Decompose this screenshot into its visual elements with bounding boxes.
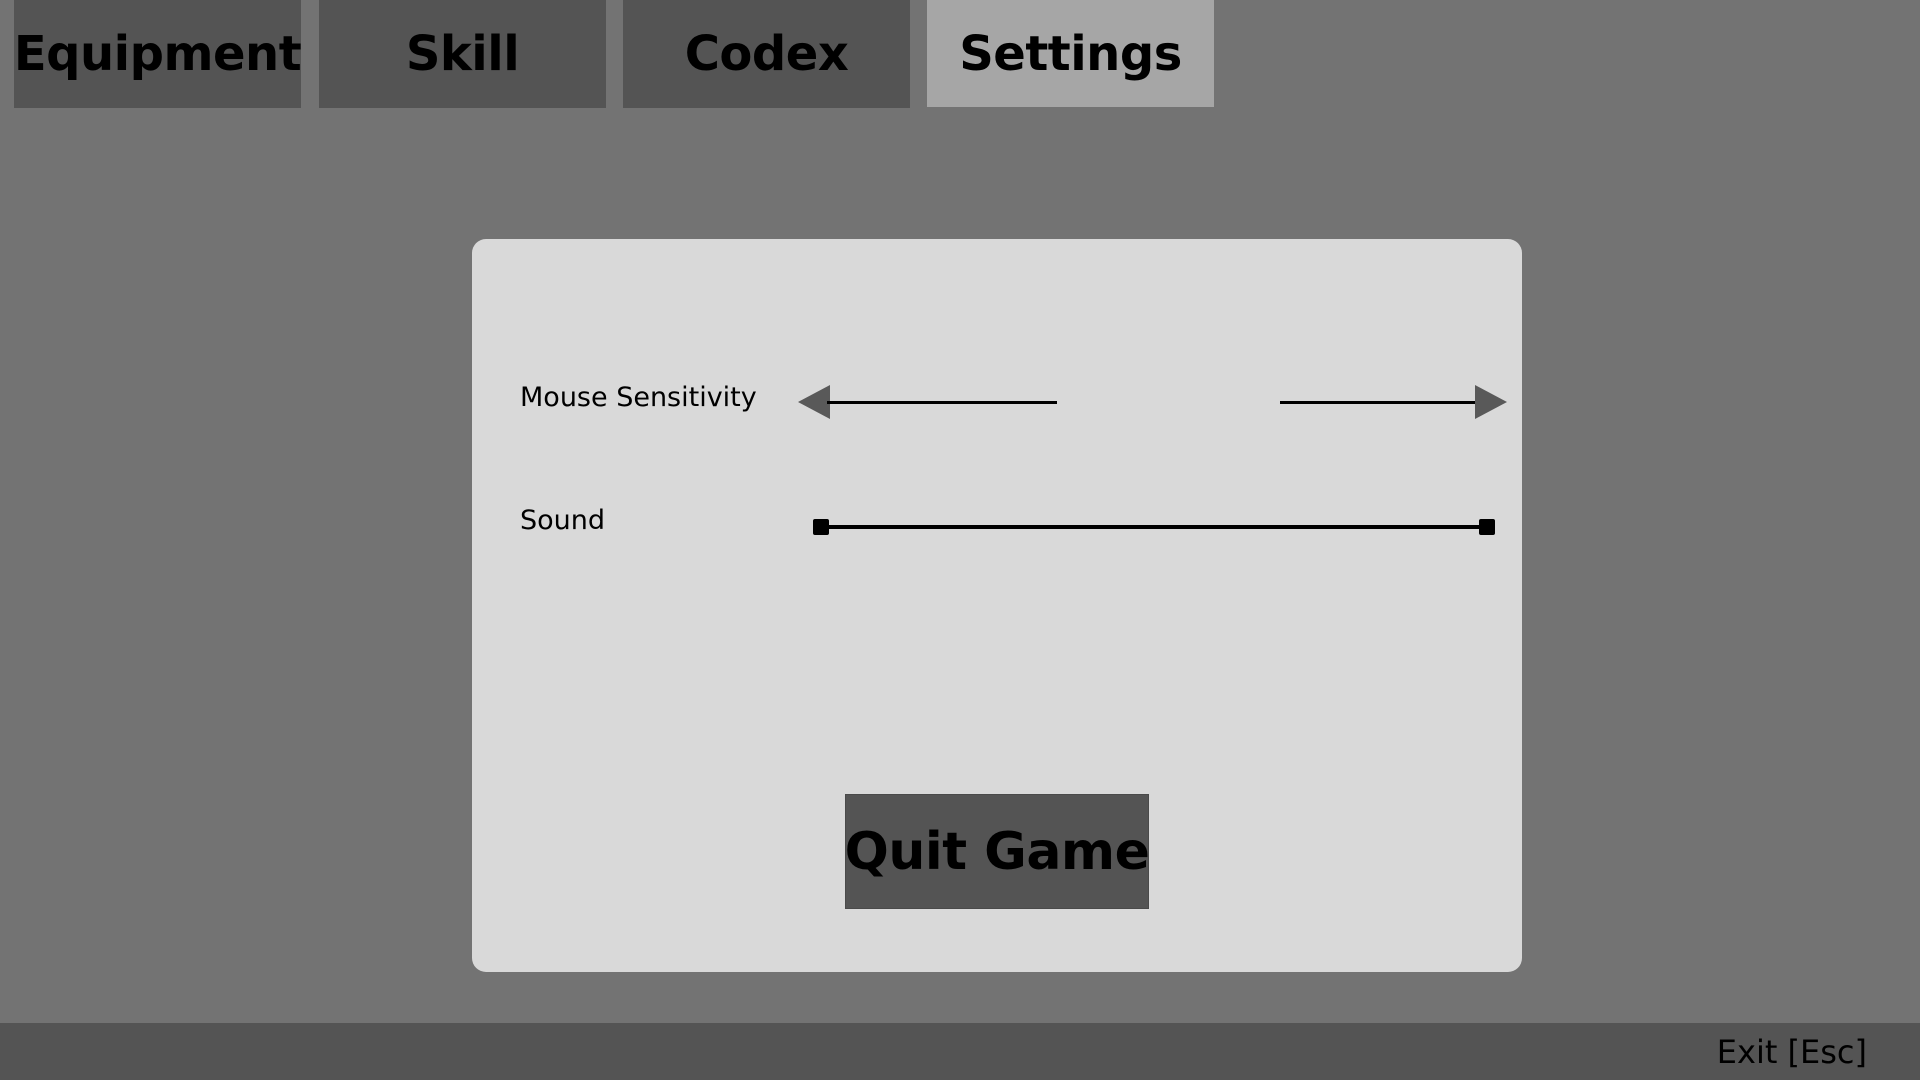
sensitivity-increase-arrow-icon[interactable] bbox=[1475, 385, 1507, 419]
sound-slider-end-handle[interactable] bbox=[1479, 519, 1495, 535]
mouse-sensitivity-label: Mouse Sensitivity bbox=[520, 382, 757, 413]
sound-label: Sound bbox=[520, 505, 606, 536]
menu-tab-bar: Equipment Skill Codex Settings bbox=[0, 0, 1920, 108]
settings-panel: Mouse Sensitivity Sound Quit Game bbox=[472, 239, 1522, 972]
game-menu-screen: Equipment Skill Codex Settings Mouse Sen… bbox=[0, 0, 1920, 1080]
tab-settings[interactable]: Settings bbox=[927, 0, 1214, 107]
sound-slider-start-handle[interactable] bbox=[813, 519, 829, 535]
sensitivity-line-left bbox=[827, 401, 1057, 404]
tab-equipment[interactable]: Equipment bbox=[14, 0, 302, 108]
tab-codex[interactable]: Codex bbox=[623, 0, 910, 108]
tab-skill[interactable]: Skill bbox=[319, 0, 606, 108]
sensitivity-decrease-arrow-icon[interactable] bbox=[798, 385, 830, 419]
sensitivity-line-right bbox=[1280, 401, 1477, 404]
quit-game-button[interactable]: Quit Game bbox=[845, 794, 1150, 909]
footer-bar: Exit [Esc] bbox=[0, 1023, 1920, 1080]
exit-hint[interactable]: Exit [Esc] bbox=[1717, 1033, 1867, 1071]
sound-slider-track[interactable] bbox=[821, 525, 1487, 529]
